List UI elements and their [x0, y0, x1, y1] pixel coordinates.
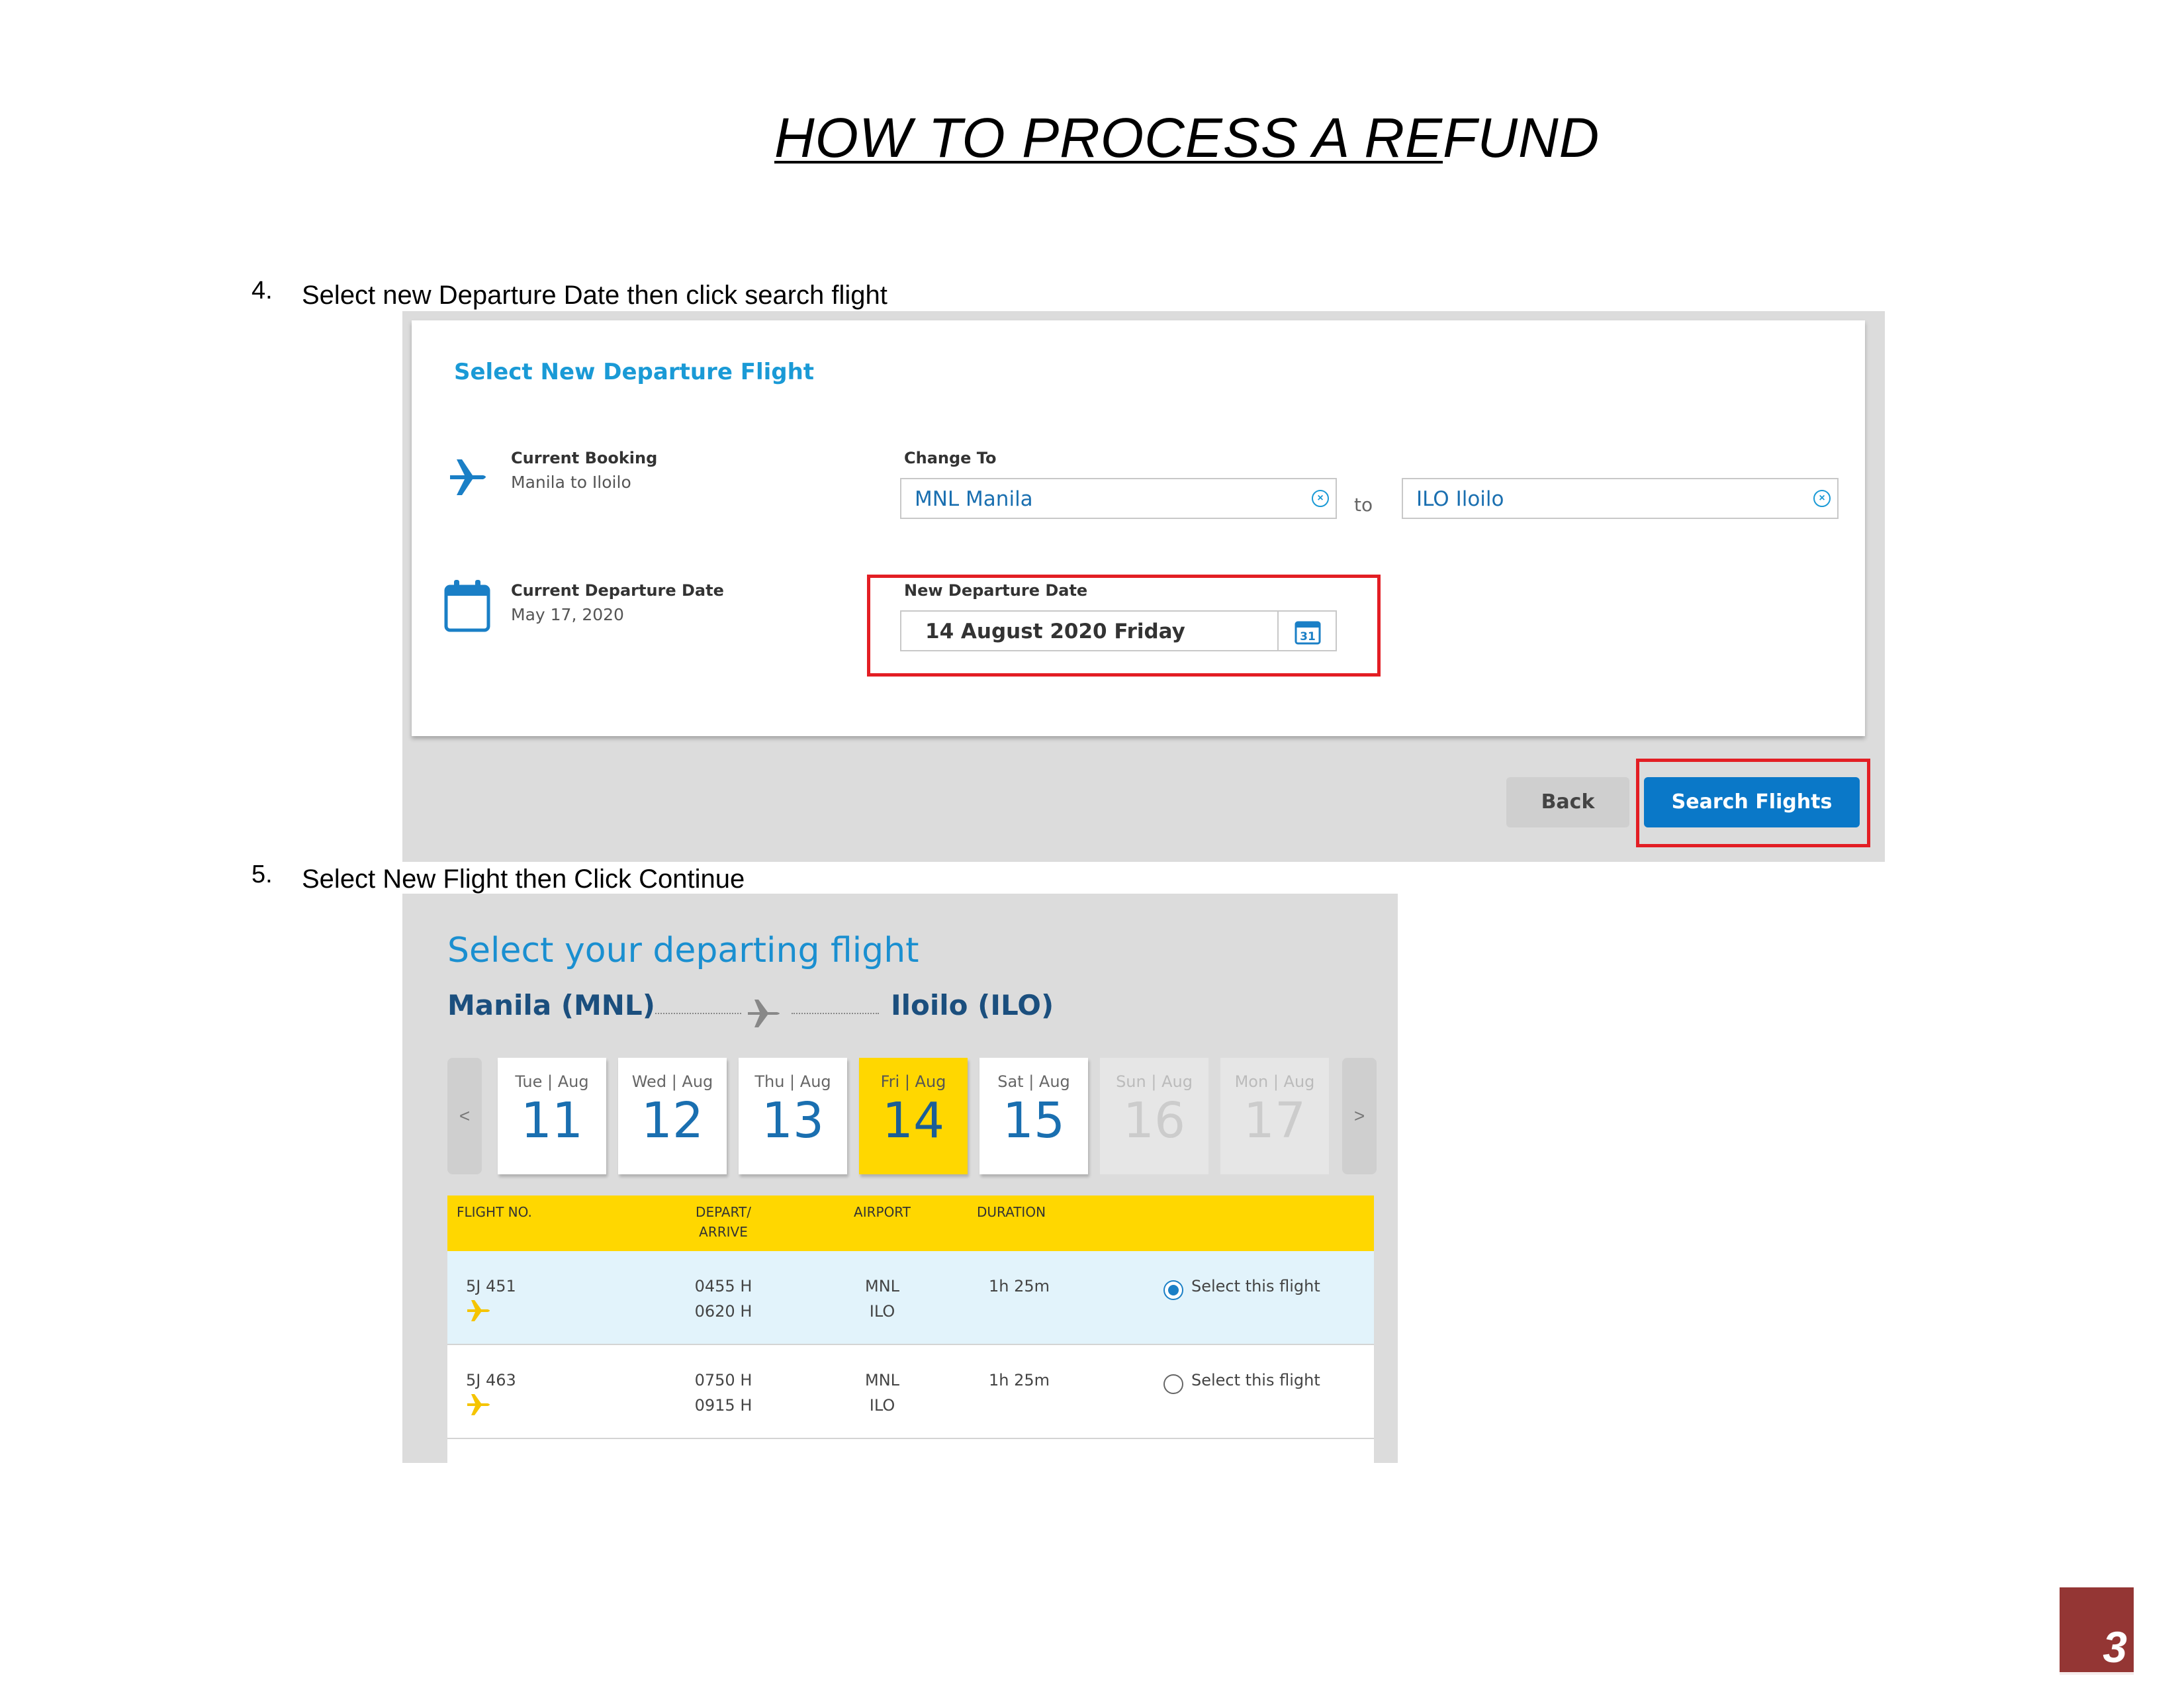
- page-title-rest: FUND: [1443, 107, 1600, 169]
- to-text: to: [1354, 494, 1373, 516]
- flight-duration: 1h 25m: [989, 1371, 1050, 1389]
- select-flight-screenshot: Select your departing flight Manila (MNL…: [402, 894, 1398, 1463]
- date-tile-dow: Thu | Aug: [754, 1072, 831, 1091]
- flight-plane-icon: [467, 1394, 490, 1415]
- current-date-value: May 17, 2020: [511, 605, 624, 624]
- change-flight-card: Select New Departure Flight Current Book…: [412, 320, 1865, 736]
- page-number-underline: [2060, 1672, 2134, 1675]
- date-tile-day: 12: [641, 1092, 704, 1149]
- date-tile-day: 16: [1122, 1092, 1186, 1149]
- step-number-5: 5.: [251, 861, 273, 888]
- date-tile-day: 15: [1002, 1092, 1066, 1149]
- airport-to: ILO: [869, 1302, 895, 1321]
- col-depart-arrive-1: DEPART/: [696, 1204, 751, 1220]
- origin-field[interactable]: MNL Manila ×: [900, 478, 1337, 519]
- current-booking-value: Manila to Iloilo: [511, 473, 631, 492]
- search-highlight-box: [1636, 759, 1870, 847]
- airport-from: MNL: [864, 1371, 900, 1389]
- date-tile-15[interactable]: Sat | Aug 15: [979, 1058, 1088, 1174]
- flight-number: 5J 463: [466, 1371, 516, 1389]
- back-button[interactable]: Back: [1506, 777, 1629, 827]
- date-tile-14-selected[interactable]: Fri | Aug 14: [859, 1058, 968, 1174]
- date-tile-day: 14: [882, 1092, 945, 1149]
- page-number: 3: [2103, 1622, 2127, 1671]
- date-tile-11[interactable]: Tue | Aug 11: [498, 1058, 606, 1174]
- page-title-underlined: HOW TO PROCESS A RE: [774, 107, 1443, 169]
- col-duration: DURATION: [976, 1204, 1046, 1220]
- select-flight-label[interactable]: Select this flight: [1191, 1274, 1320, 1299]
- card-heading: Select New Departure Flight: [454, 359, 815, 385]
- date-tile-dow: Fri | Aug: [880, 1072, 946, 1091]
- current-booking-label: Current Booking: [511, 449, 658, 467]
- current-date-label: Current Departure Date: [511, 581, 724, 600]
- select-flight-radio-checked[interactable]: [1163, 1280, 1183, 1300]
- destination-field[interactable]: ILO Iloilo ×: [1402, 478, 1839, 519]
- prev-dates-button[interactable]: <: [447, 1058, 482, 1174]
- destination-value: ILO Iloilo: [1416, 487, 1504, 511]
- depart-time: 0455 H: [694, 1277, 752, 1295]
- airport-to: ILO: [869, 1396, 895, 1415]
- select-flight-label[interactable]: Select this flight: [1191, 1368, 1320, 1393]
- date-tile-dow: Sun | Aug: [1116, 1072, 1193, 1091]
- date-tile-dow: Tue | Aug: [515, 1072, 589, 1091]
- clear-origin-icon[interactable]: ×: [1312, 490, 1329, 507]
- flight-row[interactable]: 5J 463 0750 H 0915 H MNL ILO 1h 25m Sele…: [447, 1345, 1374, 1439]
- date-tile-day: 11: [520, 1092, 584, 1149]
- route-plane-icon: [748, 1000, 780, 1027]
- step-text-4: Select new Departure Date then click sea…: [302, 281, 887, 310]
- page-title: HOW TO PROCESS A REFUND: [774, 106, 1600, 170]
- date-tile-17-disabled: Mon | Aug 17: [1220, 1058, 1329, 1174]
- depart-time: 0750 H: [694, 1371, 752, 1389]
- origin-value: MNL Manila: [915, 487, 1033, 511]
- col-depart-arrive-2: ARRIVE: [699, 1224, 748, 1240]
- airport-from: MNL: [864, 1277, 900, 1295]
- route-dotted-line-right: [792, 1013, 879, 1014]
- route-origin: Manila (MNL): [447, 989, 655, 1021]
- date-tile-16-disabled: Sun | Aug 16: [1100, 1058, 1208, 1174]
- flight-row[interactable]: 5J 451 0455 H 0620 H MNL ILO 1h 25m Sele…: [447, 1251, 1374, 1345]
- route-destination: Iloilo (ILO): [891, 989, 1054, 1021]
- date-tile-12[interactable]: Wed | Aug 12: [618, 1058, 727, 1174]
- route-dotted-line-left: [655, 1013, 741, 1014]
- calendar-icon: [444, 580, 490, 632]
- date-tile-day: 17: [1243, 1092, 1306, 1149]
- col-flight-no: FLIGHT NO.: [457, 1204, 532, 1220]
- date-tile-dow: Wed | Aug: [631, 1072, 713, 1091]
- date-tile-dow: Sat | Aug: [997, 1072, 1070, 1091]
- arrive-time: 0620 H: [694, 1302, 752, 1321]
- step-number-4: 4.: [251, 277, 273, 305]
- date-tile-day: 13: [761, 1092, 825, 1149]
- flight-plane-icon: [467, 1300, 490, 1321]
- arrive-time: 0915 H: [694, 1396, 752, 1415]
- flight-duration: 1h 25m: [989, 1277, 1050, 1295]
- change-to-label: Change To: [904, 449, 997, 467]
- clear-destination-icon[interactable]: ×: [1813, 490, 1831, 507]
- plane-icon: [450, 459, 486, 495]
- step-text-5: Select New Flight then Click Continue: [302, 865, 745, 894]
- flights-table-header: FLIGHT NO. DEPART/ ARRIVE AIRPORT DURATI…: [447, 1196, 1374, 1251]
- select-flight-radio[interactable]: [1163, 1374, 1183, 1394]
- date-highlight-box: [867, 575, 1381, 677]
- page-number-badge: 3: [2060, 1587, 2134, 1675]
- next-dates-button[interactable]: >: [1342, 1058, 1377, 1174]
- flight-row-partial: [447, 1439, 1374, 1463]
- date-tile-13[interactable]: Thu | Aug 13: [739, 1058, 847, 1174]
- select-flight-heading: Select your departing flight: [447, 931, 919, 970]
- change-flight-screenshot: Select New Departure Flight Current Book…: [402, 311, 1885, 862]
- flight-number: 5J 451: [466, 1277, 516, 1295]
- col-airport: AIRPORT: [854, 1204, 911, 1220]
- date-tile-dow: Mon | Aug: [1234, 1072, 1315, 1091]
